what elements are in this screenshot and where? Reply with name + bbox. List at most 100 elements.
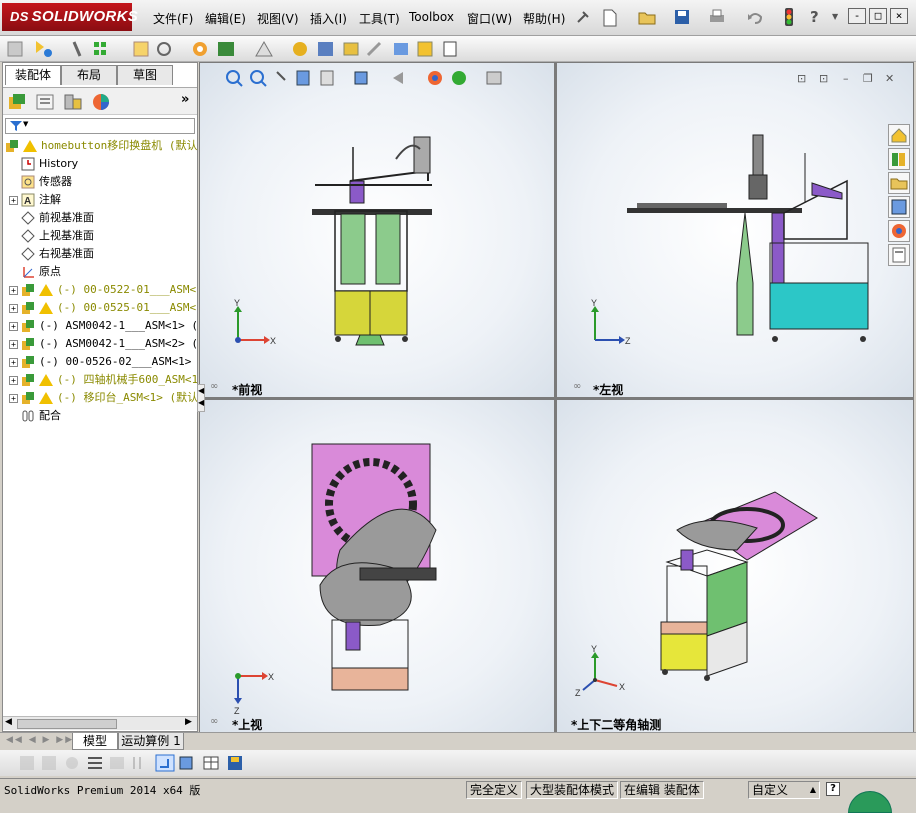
tree-item-component[interactable]: + (-) 四轴机械手600_ASM<1> (9, 371, 197, 389)
undo-icon[interactable] (746, 9, 764, 28)
status-fully-defined: 完全定义 (466, 781, 523, 799)
double-chevron-right-icon[interactable]: » (181, 92, 189, 107)
expand-icon[interactable]: + (9, 195, 18, 205)
solidworks-logo[interactable]: DS SOLIDWORKS (2, 3, 138, 31)
menu-help[interactable]: 帮助(H) (518, 10, 570, 27)
menu-view[interactable]: 视图(V) (252, 10, 304, 27)
menu-tools[interactable]: 工具(T) (354, 10, 405, 27)
viewport-restore-icon[interactable]: ❐ (863, 72, 873, 85)
new-document-icon[interactable] (602, 9, 618, 30)
new-motion-study-icon (293, 42, 307, 56)
graphics-area[interactable]: ⊡ ⊡ – ❐ ✕ Y X ∞ *前视 Y Z ∞ *左视 X Z ∞ *上视 … (199, 62, 914, 732)
expand-icon[interactable]: + (9, 303, 18, 313)
viewport-link-icon[interactable]: ∞ (210, 716, 218, 727)
rebuild-traffic-light-icon[interactable] (784, 8, 794, 29)
viewport-link-icon[interactable]: ∞ (573, 381, 581, 392)
expand-icon[interactable]: + (9, 357, 18, 367)
property-manager-icon[interactable] (35, 93, 55, 114)
tree-item-component[interactable]: + (-) ASM0042-1___ASM<1> (默 (9, 317, 197, 335)
tab-motion-study-1[interactable]: 运动算例 1 (118, 733, 184, 750)
minimize-button[interactable]: - (848, 8, 866, 24)
tab-assembly[interactable]: 装配体 (5, 65, 61, 85)
custom-properties-icon[interactable] (888, 244, 910, 266)
assembly-toolbar-icons[interactable] (6, 39, 466, 59)
menu-window[interactable]: 窗口(W) (462, 10, 517, 27)
scrollbar-thumb[interactable] (17, 719, 117, 729)
design-library-icon[interactable] (888, 148, 910, 170)
tab-sketch[interactable]: 草图 (117, 65, 173, 85)
move-component-icon (157, 42, 171, 56)
bottom-toolbar-icons[interactable] (18, 753, 258, 773)
menu-edit[interactable]: 编辑(E) (200, 10, 251, 27)
viewport-minimize-icon[interactable]: – (843, 72, 849, 85)
viewport-link-icon[interactable]: ∞ (210, 381, 218, 392)
close-button[interactable]: × (890, 8, 908, 24)
tree-item-plane[interactable]: 前视基准面 (9, 209, 94, 227)
feature-tree-icon[interactable] (7, 93, 27, 114)
viewport-front[interactable]: Y X ∞ *前视 (200, 63, 554, 397)
tree-item-plane[interactable]: 上视基准面 (9, 227, 94, 245)
viewport-left[interactable]: Y Z ∞ *左视 (557, 63, 913, 397)
collapse-panel-arrow[interactable]: ◀ ◀ (197, 384, 205, 412)
logo-text: SOLIDWORKS (31, 8, 139, 25)
appearances-icon[interactable] (888, 220, 910, 242)
tree-item-component[interactable]: + (-) 00-0526-02___ASM<1> ( (9, 353, 197, 371)
tree-horizontal-scrollbar[interactable]: ◀ ▶ (3, 716, 197, 730)
filter-bar[interactable]: ▼ (5, 118, 195, 134)
viewport-isometric[interactable]: Y X Z *上下二等角轴测 (557, 400, 913, 732)
tree-item-history[interactable]: History (9, 155, 78, 173)
tree-item-origin[interactable]: 原点 (9, 263, 61, 281)
units-selector[interactable]: 自定义 ▲ (748, 781, 820, 799)
tree-item-component[interactable]: + (-) 00-0525-01___ASM<1> (9, 299, 197, 317)
menu-insert[interactable]: 插入(I) (305, 10, 352, 27)
single-view-icon[interactable]: ⊡ (819, 72, 828, 85)
tree-root[interactable]: homebutton移印换盘机 (默认 (5, 137, 197, 155)
tree-item-label: (-) 00-0526-02___ASM<1> ( (39, 355, 197, 368)
solidworks-resources-icon[interactable] (888, 124, 910, 146)
title-bar: DS SOLIDWORKS 文件(F) 编辑(E) 视图(V) 插入(I) 工具(… (0, 0, 916, 36)
scroll-left-icon[interactable]: ◀ (5, 717, 12, 727)
bottom-toolbar (0, 750, 916, 776)
link-views-icon[interactable]: ⊡ (797, 72, 806, 85)
restore-button[interactable]: □ (869, 8, 887, 24)
expand-icon[interactable]: + (9, 375, 18, 385)
chevron-down-icon[interactable]: ▼ (832, 12, 838, 21)
status-large-assembly-mode[interactable]: 大型装配体模式 (526, 781, 619, 799)
expand-icon[interactable]: + (9, 393, 18, 403)
heads-up-view-toolbar[interactable] (225, 68, 525, 88)
menu-file[interactable]: 文件(F) (148, 10, 198, 27)
display-manager-icon[interactable] (91, 92, 111, 115)
scroll-right-icon[interactable]: ▶ (185, 717, 192, 727)
tree-item-sensor[interactable]: 传感器 (9, 173, 72, 191)
tree-item-plane[interactable]: 右视基准面 (9, 245, 94, 263)
help-icon[interactable]: ? (810, 8, 819, 26)
pin-icon[interactable] (575, 9, 591, 28)
print-icon[interactable] (708, 9, 726, 28)
expand-icon[interactable]: + (9, 339, 18, 349)
tree-item-component[interactable]: + (-) ASM0042-1___ASM<2> (默 (9, 335, 197, 353)
paperclip-icon (72, 41, 82, 57)
status-help-button[interactable]: ? (826, 782, 840, 796)
tree-item-component[interactable]: + (-) 00-0522-01___ASM<1> (9, 281, 197, 299)
configuration-manager-icon[interactable] (63, 93, 83, 114)
expand-icon[interactable]: + (9, 285, 18, 295)
viewport-close-icon[interactable]: ✕ (885, 72, 894, 85)
open-folder-icon[interactable] (638, 9, 656, 28)
tab-model[interactable]: 模型 (72, 733, 118, 750)
view-palette-icon[interactable] (888, 196, 910, 218)
task-pane-tabs (888, 124, 912, 268)
tree-item-annotation[interactable]: + A 注解 (9, 191, 61, 209)
tree-item-label: 注解 (39, 193, 61, 206)
tree-item-mates[interactable]: 配合 (9, 407, 61, 425)
hide-show-icon (66, 757, 78, 769)
expand-icon[interactable]: + (9, 321, 18, 331)
viewport-top[interactable]: X Z ∞ *上视 (200, 400, 554, 732)
save-icon[interactable] (674, 9, 690, 28)
tab-navigation-arrows[interactable]: ◀◀ ◀ ▶ ▶▶ (6, 735, 74, 745)
tab-layout[interactable]: 布局 (61, 65, 117, 85)
menu-toolbox[interactable]: Toolbox (404, 10, 459, 24)
previous-view-icon (276, 71, 286, 81)
tree-item-label: (-) ASM0042-1___ASM<2> (默 (39, 337, 197, 350)
tree-item-component[interactable]: + (-) 移印台_ASM<1> (默认 (9, 389, 197, 407)
file-explorer-icon[interactable] (888, 172, 910, 194)
